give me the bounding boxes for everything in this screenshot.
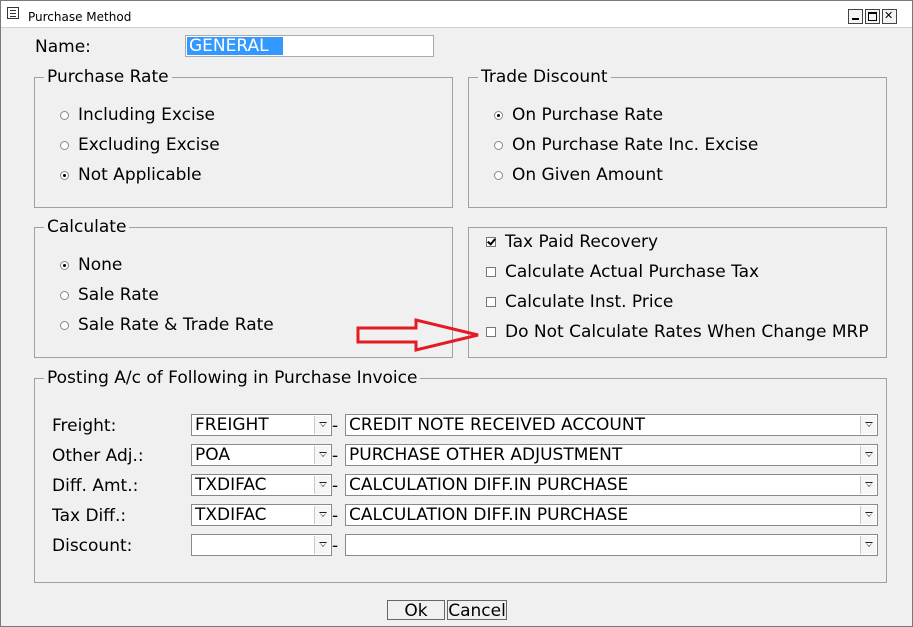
radio-excluding-excise[interactable] [60, 141, 69, 150]
posting-label-tax-diff: Tax Diff.: [52, 506, 127, 526]
posting-label-diff-amt: Diff. Amt.: [52, 476, 139, 496]
tax-diff-code-combo[interactable]: TXDIFAC [191, 504, 332, 526]
radio-on-purchase-rate-inc-excise[interactable] [494, 141, 503, 150]
chevron-down-icon[interactable] [860, 446, 876, 464]
chevron-down-icon[interactable] [314, 416, 330, 434]
radio-label-none: None [78, 255, 123, 275]
other-adj-account-combo[interactable]: PURCHASE OTHER ADJUSTMENT [345, 444, 878, 466]
radio-label-on-purchase-rate-inc-excise: On Purchase Rate Inc. Excise [512, 135, 759, 155]
diff-amt-code-value: TXDIFAC [195, 475, 267, 495]
window-title: Purchase Method [28, 10, 132, 24]
radio-label-on-given-amount: On Given Amount [512, 165, 663, 185]
annotation-arrow-shape [356, 318, 479, 352]
checkbox-label-calculate-inst-price: Calculate Inst. Price [505, 292, 674, 312]
radio-on-purchase-rate[interactable] [494, 111, 503, 120]
freight-code-value: FREIGHT [195, 415, 269, 435]
chevron-down-icon[interactable] [860, 506, 876, 524]
tax-diff-account-value: CALCULATION DIFF.IN PURCHASE [349, 505, 629, 525]
checkbox-calculate-inst-price[interactable] [486, 297, 496, 307]
radio-none[interactable] [60, 261, 69, 270]
radio-label-not-applicable: Not Applicable [78, 165, 202, 185]
posting-label-other-adj: Other Adj.: [52, 446, 144, 466]
chevron-down-icon[interactable] [860, 416, 876, 434]
separator: - [332, 506, 339, 526]
other-adj-code-combo[interactable]: POA [191, 444, 332, 466]
posting-label-discount: Discount: [52, 536, 133, 556]
radio-label-on-purchase-rate: On Purchase Rate [512, 105, 664, 125]
tax-diff-account-combo[interactable]: CALCULATION DIFF.IN PURCHASE [345, 504, 878, 526]
checkbox-label-do-not-calculate-rates: Do Not Calculate Rates When Change MRP [505, 322, 869, 342]
name-input-value: GENERAL [187, 37, 283, 56]
posting-label-freight: Freight: [52, 416, 117, 436]
tax-diff-code-value: TXDIFAC [195, 505, 267, 525]
diff-amt-account-value: CALCULATION DIFF.IN PURCHASE [349, 475, 629, 495]
purchase-rate-title: Purchase Rate [44, 67, 172, 87]
other-adj-code-value: POA [195, 445, 230, 465]
minimize-button[interactable] [848, 9, 863, 24]
maximize-button[interactable] [865, 9, 880, 24]
annotation-arrow-icon [356, 318, 479, 352]
purchase-method-window: Purchase Method Name: GENERAL Purchase R… [0, 0, 913, 627]
separator: - [332, 476, 339, 496]
posting-title: Posting A/c of Following in Purchase Inv… [44, 368, 421, 388]
discount-account-combo[interactable] [345, 534, 878, 556]
checkbox-do-not-calculate-rates[interactable] [486, 327, 496, 337]
freight-account-combo[interactable]: CREDIT NOTE RECEIVED ACCOUNT [345, 414, 878, 436]
diff-amt-account-combo[interactable]: CALCULATION DIFF.IN PURCHASE [345, 474, 878, 496]
title-bar: Purchase Method [1, 1, 912, 28]
checkbox-tax-paid-recovery[interactable] [486, 237, 496, 247]
discount-code-combo[interactable] [191, 534, 332, 556]
radio-label-sale-rate: Sale Rate [78, 285, 159, 305]
cancel-button[interactable]: Cancel [447, 600, 507, 621]
other-adj-account-value: PURCHASE OTHER ADJUSTMENT [349, 445, 623, 465]
chevron-down-icon[interactable] [860, 536, 876, 554]
checkbox-calculate-actual-purchase-tax[interactable] [486, 267, 496, 277]
trade-discount-title: Trade Discount [478, 67, 611, 87]
separator: - [332, 416, 339, 436]
chevron-down-icon[interactable] [314, 536, 330, 554]
radio-label-including-excise: Including Excise [78, 105, 216, 125]
checkbox-label-calculate-actual-purchase-tax: Calculate Actual Purchase Tax [505, 262, 760, 282]
freight-code-combo[interactable]: FREIGHT [191, 414, 332, 436]
name-label: Name: [35, 37, 91, 57]
chevron-down-icon[interactable] [314, 506, 330, 524]
radio-not-applicable[interactable] [60, 171, 69, 180]
radio-label-excluding-excise: Excluding Excise [78, 135, 220, 155]
radio-sale-rate[interactable] [60, 291, 69, 300]
checkbox-label-tax-paid-recovery: Tax Paid Recovery [505, 232, 659, 252]
diff-amt-code-combo[interactable]: TXDIFAC [191, 474, 332, 496]
separator: - [332, 446, 339, 466]
radio-on-given-amount[interactable] [494, 171, 503, 180]
radio-sale-rate-trade-rate[interactable] [60, 321, 69, 330]
radio-including-excise[interactable] [60, 111, 69, 120]
freight-account-value: CREDIT NOTE RECEIVED ACCOUNT [349, 415, 645, 435]
close-button[interactable] [882, 9, 897, 24]
chevron-down-icon[interactable] [860, 476, 876, 494]
chevron-down-icon[interactable] [314, 476, 330, 494]
name-input[interactable]: GENERAL [185, 35, 434, 57]
ok-button[interactable]: Ok [387, 600, 445, 621]
radio-label-sale-rate-trade-rate: Sale Rate & Trade Rate [78, 315, 274, 335]
separator: - [332, 536, 339, 556]
calculate-title: Calculate [44, 217, 130, 237]
chevron-down-icon[interactable] [314, 446, 330, 464]
window-menu-icon[interactable] [7, 7, 19, 19]
